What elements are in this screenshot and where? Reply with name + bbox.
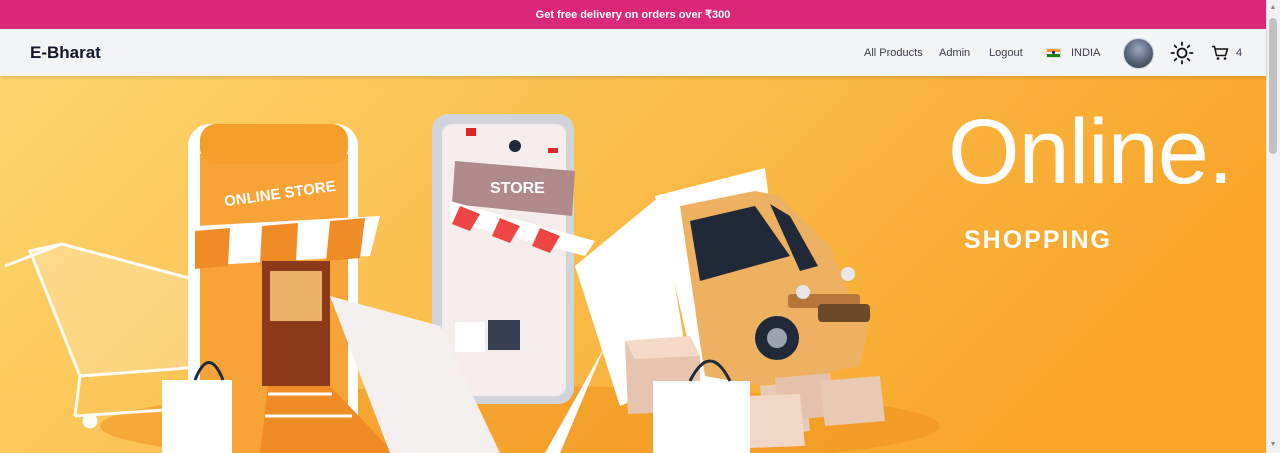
promo-banner: Get free delivery on orders over ₹300 <box>0 0 1266 29</box>
country-label[interactable]: INDIA <box>1071 47 1100 59</box>
hero-headline: Online. <box>948 101 1233 203</box>
brand-logo[interactable]: E-Bharat <box>30 43 101 63</box>
scroll-down-icon[interactable]: ▼ <box>1269 441 1277 449</box>
scrollbar-thumb[interactable] <box>1269 18 1277 154</box>
nav-all-products[interactable]: All Products <box>864 47 923 59</box>
sun-icon[interactable] <box>1170 41 1194 65</box>
hero-subheadline: SHOPPING <box>964 226 1112 254</box>
cart-count[interactable]: 4 <box>1236 47 1242 59</box>
promo-text: Get free delivery on orders over ₹300 <box>535 9 731 21</box>
cart-icon[interactable] <box>1211 45 1229 61</box>
svg-text:STORE: STORE <box>490 180 545 197</box>
nav-admin[interactable]: Admin <box>939 47 970 59</box>
nav-logout[interactable]: Logout <box>989 47 1023 59</box>
navbar: E-Bharat All Products Admin Logout INDIA… <box>0 29 1266 76</box>
hero-banner[interactable]: ONLINE STORE STORE Online. SHOPPING <box>0 76 1266 453</box>
scroll-up-icon[interactable]: ▲ <box>1269 4 1277 12</box>
india-flag-icon[interactable] <box>1046 48 1061 58</box>
phone-illustration: STORE <box>432 114 595 404</box>
avatar[interactable] <box>1123 38 1154 69</box>
